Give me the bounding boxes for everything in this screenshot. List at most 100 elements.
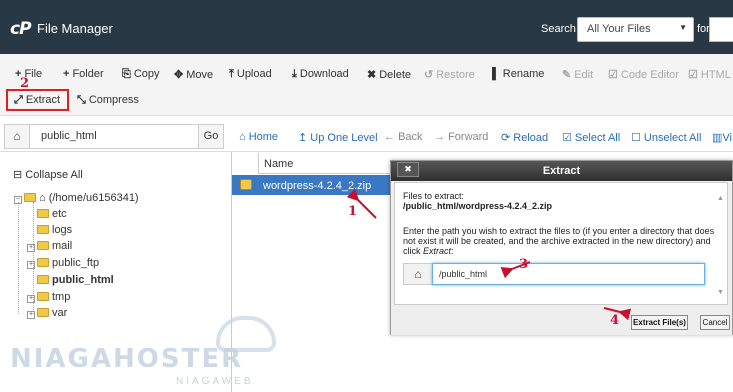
file-name[interactable]: wordpress-4.2.4_2.zip [263, 180, 371, 192]
edit-button[interactable]: ✎ Edit [562, 68, 593, 81]
extract-files-button[interactable]: Extract File(s) [631, 315, 688, 330]
instructions-line-2: not exist it will be created, and the ar… [403, 236, 711, 246]
path-input[interactable]: public_html [29, 124, 199, 149]
nav-forward[interactable]: → Forward [434, 131, 488, 143]
tree-item-mail[interactable]: + mail [27, 240, 72, 252]
upload-button[interactable]: ⤒ Upload [229, 68, 272, 81]
folder-icon [37, 209, 49, 218]
copy-icon: ⎘ [122, 68, 131, 80]
collapse-icon: ⊟ [13, 169, 26, 181]
nav-back[interactable]: ← Back [384, 131, 423, 143]
new-folder-button[interactable]: + Folder [63, 68, 104, 80]
nav-unselect-all[interactable]: ☐ Unselect All [631, 131, 701, 144]
code-editor-button[interactable]: ☑ Code Editor [608, 68, 679, 81]
delete-button[interactable]: ✖ Delete [367, 68, 411, 81]
watermark-brand: NIAGAHOSTER [10, 344, 244, 374]
tree-item-public-html[interactable]: public_html [37, 274, 114, 286]
folder-icon [37, 292, 49, 301]
step-3-label: 3 [519, 257, 529, 272]
instructions-line-1: Enter the path you wish to extract the f… [403, 226, 715, 236]
column-header-name[interactable]: Name [258, 153, 390, 174]
tree-guide [18, 202, 19, 314]
watermark-sub: NIAGAWEB [176, 376, 254, 387]
step-1-label: 1 [348, 204, 358, 219]
move-icon: ✥ [174, 69, 184, 81]
compress-button[interactable]: ⤡ Compress [77, 94, 139, 107]
nav-reload[interactable]: ⟳ Reload [501, 131, 548, 144]
folder-icon [37, 225, 49, 234]
arrow-up-icon: ↥ [298, 132, 311, 144]
go-button[interactable]: Go [198, 124, 224, 149]
plus-icon: + [63, 68, 70, 80]
file-manager-screen: cP File Manager Search All Your Files ▼ … [0, 0, 733, 392]
nav-view[interactable]: ▥Vi [712, 131, 732, 144]
search-scope-select[interactable]: All Your Files ▼ [577, 17, 694, 42]
folder-icon [37, 241, 49, 250]
html-editor-button[interactable]: ☑HTML E [688, 68, 733, 81]
tree-item-etc[interactable]: etc [37, 208, 67, 220]
app-title: File Manager [37, 21, 113, 36]
plus-icon: + [27, 244, 35, 252]
folder-icon [37, 308, 49, 317]
minus-icon: − [14, 196, 22, 204]
scroll-up-icon[interactable]: ▲ [717, 195, 724, 202]
nav-select-all[interactable]: ☑ Select All [562, 131, 620, 144]
top-header: cP File Manager Search All Your Files ▼ … [0, 0, 733, 54]
file-path: /public_html/wordpress-4.2.4_2.zip [403, 201, 553, 211]
compress-icon: ⤡ [77, 94, 86, 106]
dialog-body: Files to extract: /public_html/wordpress… [394, 182, 728, 305]
restore-button[interactable]: ↺ Restore [424, 68, 475, 81]
files-to-extract-label: Files to extract: [403, 191, 465, 201]
cancel-button[interactable]: Cancel [700, 315, 730, 330]
download-icon: ⤓ [292, 68, 297, 80]
extract-path-input[interactable]: /public_html [432, 263, 705, 285]
cpanel-logo: cP [10, 19, 32, 39]
for-label: for [697, 23, 710, 35]
collapse-all-link[interactable]: ⊟ Collapse All [13, 168, 83, 181]
tree-root[interactable]: − ⌂ (/home/u6156341) [14, 192, 139, 204]
search-label: Search [541, 23, 576, 35]
search-scope-value: All Your Files [587, 23, 651, 35]
upload-icon: ⤒ [229, 68, 234, 80]
edit-icon: ☑ [608, 69, 618, 81]
pencil-icon: ✎ [562, 69, 572, 81]
plus-icon: + [27, 311, 35, 319]
move-button[interactable]: ✥ Move [174, 68, 213, 81]
close-icon[interactable]: ✖ [397, 162, 419, 177]
home-icon: ⌂ [403, 263, 433, 285]
edit-icon: ☑ [688, 69, 698, 81]
arrow-left-icon: ← [384, 131, 399, 143]
restore-icon: ↺ [424, 69, 434, 81]
close-icon: ✖ [367, 69, 377, 81]
scrollbar[interactable]: ▲ ▼ [715, 187, 725, 303]
rename-button[interactable]: ▌ Rename [492, 68, 544, 80]
extract-dialog: Extract ✖ Files to extract: /public_html… [390, 160, 733, 335]
dialog-title: Extract [391, 161, 732, 181]
download-button[interactable]: ⤓ Download [292, 68, 349, 81]
rename-icon: ▌ [492, 68, 500, 80]
scroll-down-icon[interactable]: ▼ [717, 289, 724, 296]
copy-button[interactable]: ⎘ Copy [122, 68, 160, 81]
plus-icon: + [27, 261, 35, 269]
tree-item-var[interactable]: + var [27, 307, 67, 319]
instructions-line-3: click Extract: [403, 246, 454, 256]
home-icon[interactable]: ⌂ [4, 124, 30, 149]
tree-item-logs[interactable]: logs [37, 224, 72, 236]
checkbox-icon: ☑ [562, 132, 575, 144]
folder-icon [24, 193, 36, 202]
extract-highlight-box [6, 89, 69, 111]
nav-up-one-level[interactable]: ↥ Up One Level [298, 131, 378, 144]
arrow-right-icon: → [434, 131, 449, 143]
checkbox-empty-icon: ☐ [631, 132, 644, 144]
step-2-label: 2 [20, 76, 30, 91]
reload-icon: ⟳ [501, 132, 514, 144]
search-input[interactable] [709, 17, 733, 42]
nav-home[interactable]: ⌂ Home [239, 131, 278, 143]
home-icon: ⌂ [39, 192, 49, 204]
tree-item-public-ftp[interactable]: + public_ftp [27, 257, 99, 269]
zip-file-icon [240, 179, 252, 190]
plus-icon: + [27, 295, 35, 303]
folder-icon [37, 258, 49, 267]
tree-item-tmp[interactable]: + tmp [27, 291, 70, 303]
trash-icon: ▥ [712, 132, 723, 144]
